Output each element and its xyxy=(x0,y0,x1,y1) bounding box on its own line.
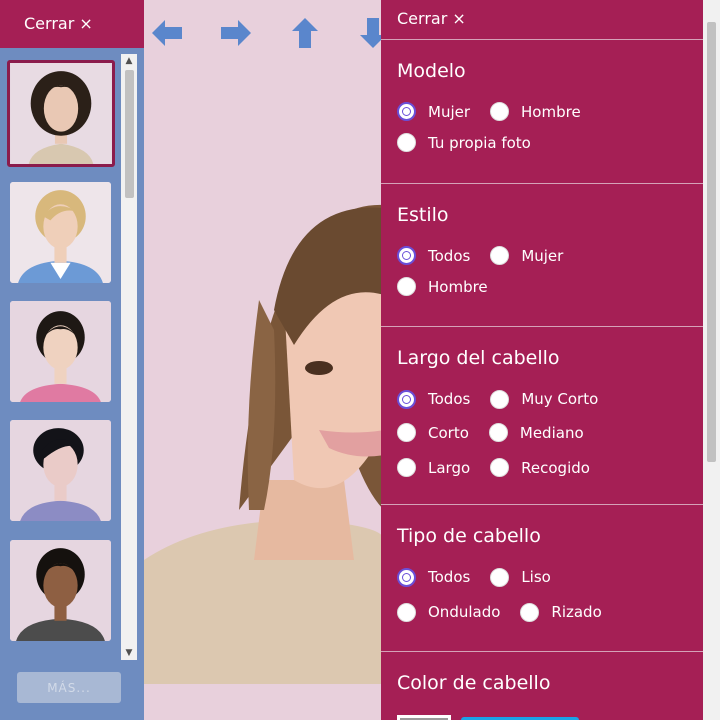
radio-selected-icon[interactable] xyxy=(397,102,416,121)
thumbnail-model-3[interactable] xyxy=(10,301,111,402)
hairstyle-position-controls xyxy=(144,0,386,64)
radio-icon[interactable] xyxy=(397,602,416,622)
radio-selected-icon[interactable] xyxy=(397,389,416,409)
radio-estilo-todos[interactable]: Todos xyxy=(397,246,470,265)
section-title-tipo: Tipo de cabello xyxy=(397,525,541,547)
page-scrollbar-thumb[interactable] xyxy=(707,22,716,462)
section-title-estilo: Estilo xyxy=(397,204,449,226)
model-portrait-5 xyxy=(10,540,111,641)
scrollbar-thumb[interactable] xyxy=(125,70,134,198)
hairstyle-preview-photo xyxy=(144,180,384,684)
radio-largo-recogido[interactable]: Recogido xyxy=(490,458,590,477)
section-title-modelo: Modelo xyxy=(397,60,466,82)
radio-largo-todos[interactable]: Todos xyxy=(397,389,470,409)
section-title-color: Color de cabello xyxy=(397,672,551,694)
section-tipo-de-cabello: Tipo de cabello Todos Liso Ondulado Riza… xyxy=(381,505,703,652)
radio-modelo-mujer[interactable]: Mujer xyxy=(397,102,470,121)
move-left-arrow-icon[interactable] xyxy=(150,16,184,50)
radio-icon[interactable] xyxy=(397,277,416,296)
radio-icon[interactable] xyxy=(397,133,416,152)
radio-selected-icon[interactable] xyxy=(397,567,416,587)
radio-largo-muy-corto[interactable]: Muy Corto xyxy=(490,389,598,409)
radio-tipo-ondulado[interactable]: Ondulado xyxy=(397,602,500,622)
radio-icon[interactable] xyxy=(490,246,510,265)
color-swatch-gray[interactable] xyxy=(397,715,451,720)
move-up-arrow-icon[interactable] xyxy=(288,16,322,50)
radio-modelo-tu-propia-foto[interactable]: Tu propia foto xyxy=(397,133,531,152)
radio-icon[interactable] xyxy=(397,423,416,442)
thumbnail-scrollbar[interactable]: ▲ ▼ xyxy=(121,54,137,660)
thumbnail-model-2[interactable] xyxy=(10,182,111,283)
radio-icon[interactable] xyxy=(520,602,540,622)
page-scrollbar[interactable] xyxy=(703,0,720,720)
radio-icon[interactable] xyxy=(490,102,510,121)
radio-modelo-hombre[interactable]: Hombre xyxy=(490,102,581,121)
model-portrait-3 xyxy=(10,301,111,402)
section-title-largo: Largo del cabello xyxy=(397,347,560,369)
radio-tipo-liso[interactable]: Liso xyxy=(490,567,551,587)
filter-panel: Cerrar × Modelo Mujer Hombre Tu propia f… xyxy=(381,0,703,720)
model-thumbnail-list[interactable] xyxy=(0,54,140,660)
more-button[interactable]: MÁS... xyxy=(17,672,121,703)
thumbnail-model-5[interactable] xyxy=(10,540,111,641)
section-estilo: Estilo Todos Mujer Hombre xyxy=(381,184,703,327)
sidebar-close-button[interactable]: Cerrar × xyxy=(0,0,144,48)
thumbnail-model-1[interactable] xyxy=(7,60,115,167)
radio-icon[interactable] xyxy=(397,458,416,477)
radio-largo-corto[interactable]: Corto xyxy=(397,423,469,442)
radio-icon[interactable] xyxy=(490,389,510,409)
move-right-arrow-icon[interactable] xyxy=(219,16,253,50)
radio-largo-largo[interactable]: Largo xyxy=(397,458,470,477)
model-portrait-2 xyxy=(10,182,111,283)
thumbnail-model-4[interactable] xyxy=(10,420,111,521)
radio-estilo-hombre[interactable]: Hombre xyxy=(397,277,488,296)
section-modelo: Modelo Mujer Hombre Tu propia foto xyxy=(381,40,703,184)
radio-icon[interactable] xyxy=(490,567,510,587)
radio-tipo-rizado[interactable]: Rizado xyxy=(520,602,602,622)
radio-icon[interactable] xyxy=(488,423,508,442)
panel-close-button[interactable]: Cerrar × xyxy=(381,0,703,40)
scroll-down-arrow-icon[interactable]: ▼ xyxy=(121,646,137,660)
radio-estilo-mujer[interactable]: Mujer xyxy=(490,246,563,265)
radio-largo-mediano[interactable]: Mediano xyxy=(488,423,584,442)
section-color-de-cabello: Color de cabello xyxy=(381,652,703,720)
radio-icon[interactable] xyxy=(490,458,510,477)
model-sidebar: Cerrar × ▲ ▼ MÁS... xyxy=(0,0,144,720)
scroll-up-arrow-icon[interactable]: ▲ xyxy=(121,54,137,68)
model-portrait-1 xyxy=(10,63,112,164)
radio-tipo-todos[interactable]: Todos xyxy=(397,567,470,587)
model-portrait-4 xyxy=(10,420,111,521)
section-largo-del-cabello: Largo del cabello Todos Muy Corto Corto … xyxy=(381,327,703,505)
radio-selected-icon[interactable] xyxy=(397,246,416,265)
